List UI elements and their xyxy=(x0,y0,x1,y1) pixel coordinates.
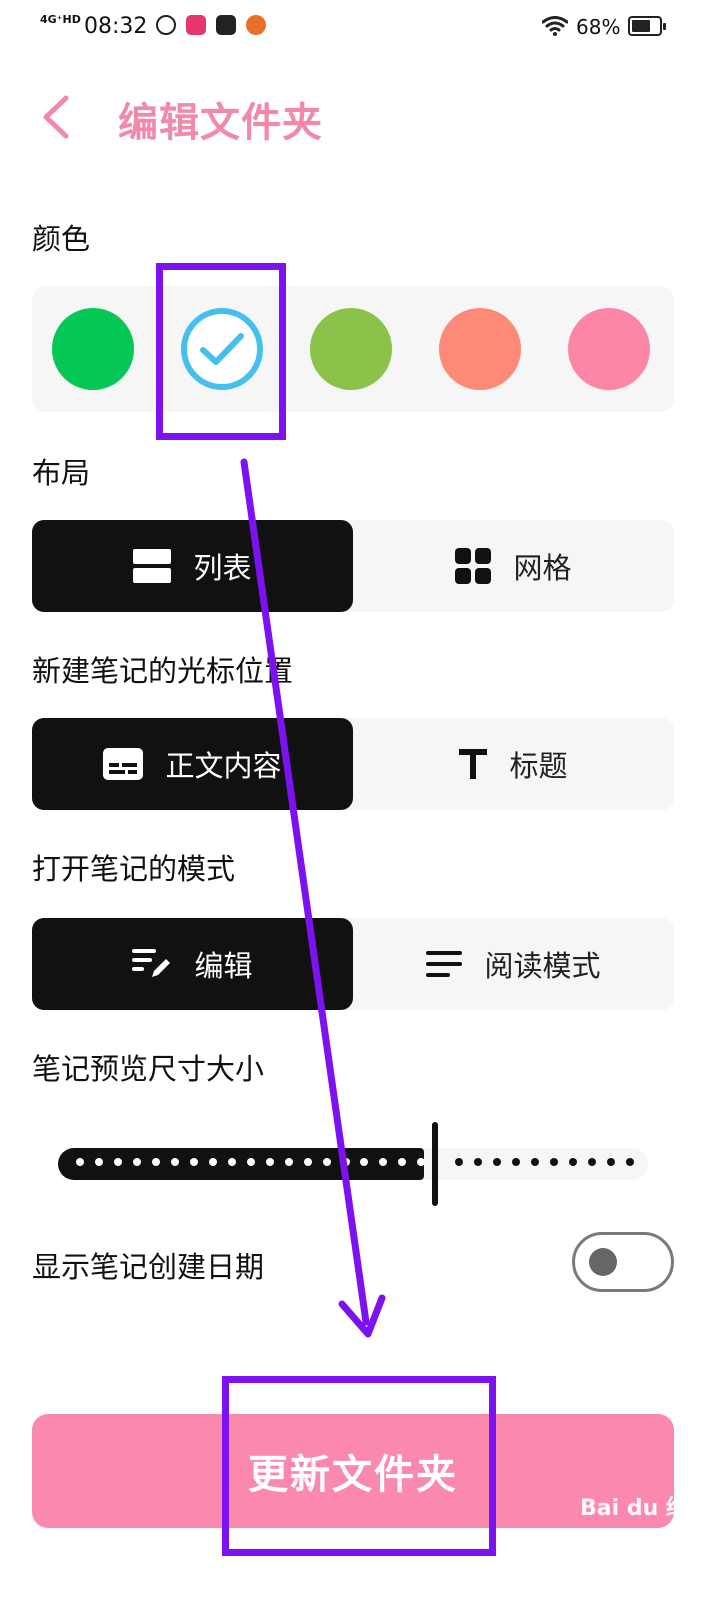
slider-tick-dot xyxy=(588,1158,596,1166)
color-swatch-pink[interactable] xyxy=(568,308,650,390)
layout-option-list[interactable]: 列表 xyxy=(32,520,353,612)
notification-icon xyxy=(156,15,176,35)
show-date-toggle[interactable] xyxy=(572,1232,674,1292)
battery-icon xyxy=(628,16,666,36)
show-date-label: 显示笔记创建日期 xyxy=(32,1250,265,1284)
checkmark-icon xyxy=(200,333,244,365)
network-indicator: 4G⁺HD xyxy=(40,13,81,26)
slider-tick-dot xyxy=(607,1158,615,1166)
open-mode-segmented-control: 编辑 阅读模式 xyxy=(32,918,674,1010)
slider-tick-dot xyxy=(228,1158,236,1166)
slider-tick-dot xyxy=(417,1158,425,1166)
slider-tick-dot xyxy=(474,1158,482,1166)
slider-tick-dot xyxy=(342,1158,350,1166)
open-mode-option-edit-label: 编辑 xyxy=(194,949,253,983)
update-folder-button[interactable]: 更新文件夹 xyxy=(32,1414,674,1528)
slider-tick-dot xyxy=(531,1158,539,1166)
slider-tick-dot xyxy=(247,1158,255,1166)
slider-tick-dot xyxy=(379,1158,387,1166)
notification-icon xyxy=(246,15,266,35)
cursor-option-title-label: 标题 xyxy=(509,749,568,783)
slider-tick-dot xyxy=(360,1158,368,1166)
slider-tick-dot xyxy=(266,1158,274,1166)
slider-tick-dot xyxy=(152,1158,160,1166)
slider-tick-dot xyxy=(114,1158,122,1166)
slider-tick-dot xyxy=(209,1158,217,1166)
notification-icon xyxy=(186,15,206,35)
layout-segmented-control: 列表 网格 xyxy=(32,520,674,612)
color-section-label: 颜色 xyxy=(32,222,91,256)
slider-tick-dot xyxy=(398,1158,406,1166)
title-text-icon xyxy=(459,749,488,779)
open-mode-option-reading[interactable]: 阅读模式 xyxy=(353,918,674,1010)
layout-option-grid-label: 网格 xyxy=(513,551,572,585)
slider-tick-dot xyxy=(569,1158,577,1166)
cursor-segmented-control: 正文内容 标题 xyxy=(32,718,674,810)
baidu-watermark: Bai du 经验 xyxy=(580,1496,710,1521)
color-swatch-blue-selected[interactable] xyxy=(181,308,263,390)
cursor-option-body-label: 正文内容 xyxy=(165,749,282,783)
grid-view-icon xyxy=(455,548,492,584)
slider-tick-dot xyxy=(550,1158,558,1166)
slider-handle[interactable] xyxy=(432,1122,438,1206)
open-mode-option-edit[interactable]: 编辑 xyxy=(32,918,353,1010)
color-swatch-salmon[interactable] xyxy=(439,308,521,390)
wifi-icon xyxy=(542,16,568,36)
color-swatch-green[interactable] xyxy=(52,308,134,390)
layout-section-label: 布局 xyxy=(32,456,91,490)
edit-icon xyxy=(132,949,171,977)
slider-tick-dot xyxy=(455,1158,463,1166)
list-view-icon xyxy=(133,549,172,583)
slider-tick-dot xyxy=(304,1158,312,1166)
media-icon xyxy=(216,15,236,35)
status-time: 08:32 xyxy=(84,14,148,39)
cursor-option-title[interactable]: 标题 xyxy=(353,718,674,810)
color-picker xyxy=(32,286,674,412)
body-text-icon xyxy=(103,748,144,780)
preview-size-slider[interactable] xyxy=(58,1122,648,1206)
slider-tick-dot xyxy=(285,1158,293,1166)
slider-tick-dot xyxy=(95,1158,103,1166)
battery-percent: 68% xyxy=(576,15,621,39)
slider-tick-dot xyxy=(171,1158,179,1166)
layout-option-grid[interactable]: 网格 xyxy=(353,520,674,612)
cursor-section-label: 新建笔记的光标位置 xyxy=(32,654,294,688)
cursor-option-body[interactable]: 正文内容 xyxy=(32,718,353,810)
slider-tick-dot xyxy=(323,1158,331,1166)
status-icons xyxy=(156,15,266,35)
chevron-left-icon[interactable] xyxy=(36,92,80,142)
slider-tick-dot xyxy=(512,1158,520,1166)
status-bar: 4G⁺HD 08:32 68% xyxy=(0,0,720,56)
layout-option-list-label: 列表 xyxy=(193,551,252,585)
toggle-knob xyxy=(589,1248,617,1276)
slider-tick-dot xyxy=(76,1158,84,1166)
slider-tick-dots xyxy=(76,1158,641,1170)
slider-tick-dot xyxy=(626,1158,634,1166)
slider-tick-dot xyxy=(493,1158,501,1166)
page-title: 编辑文件夹 xyxy=(118,100,323,146)
open-mode-option-reading-label: 阅读模式 xyxy=(484,949,601,983)
slider-tick-dot xyxy=(133,1158,141,1166)
color-swatch-lime[interactable] xyxy=(310,308,392,390)
open-mode-section-label: 打开笔记的模式 xyxy=(32,852,236,886)
slider-tick-dot xyxy=(190,1158,198,1166)
preview-size-section-label: 笔记预览尺寸大小 xyxy=(32,1052,265,1086)
reading-mode-icon xyxy=(426,951,463,977)
